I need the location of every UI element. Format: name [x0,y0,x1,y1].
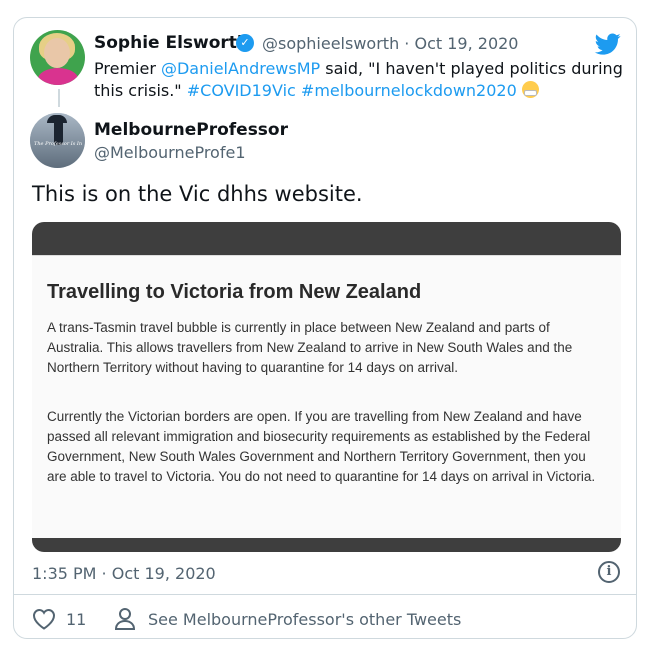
twitter-bird-icon[interactable] [593,31,623,57]
tweet-media-image[interactable]: Travelling to Victoria from New Zealand … [32,222,621,552]
tweet-text: This is on the Vic dhhs website. [32,182,363,206]
verified-badge-icon: ✓ [236,34,254,52]
meta-separator: · [404,34,410,53]
hashtag-link[interactable]: #melbournelockdown2020 [301,81,517,100]
info-icon[interactable]: i [598,561,620,583]
face-with-medical-mask-icon [521,81,539,98]
divider [14,594,636,595]
text-plain: Premier [94,59,161,78]
media-paragraph-2: Currently the Victorian borders are open… [47,409,596,484]
author-name[interactable]: MelbourneProfessor [94,120,288,140]
media-title: Travelling to Victoria from New Zealand [47,281,422,303]
thread-connector [58,89,60,107]
tweet-timestamp[interactable]: 1:35 PM · Oct 19, 2020 [32,564,216,583]
person-icon[interactable] [114,607,136,631]
quoted-meta: @sophieelsworth · Oct 19, 2020 [262,34,518,53]
avatar-melbourne-professor[interactable]: The Professor Is In [30,113,85,168]
quoted-author-name[interactable]: Sophie Elsworth [94,33,249,53]
avatar-sophie-elsworth[interactable] [30,30,85,85]
heart-icon[interactable] [32,608,56,630]
media-paragraph-1: A trans-Tasmin travel bubble is currentl… [47,320,573,375]
quoted-handle[interactable]: @sophieelsworth [262,34,399,53]
mention-link[interactable]: @DanielAndrewsMP [161,59,320,78]
quoted-tweet-text: Premier @DanielAndrewsMP said, "I haven'… [94,58,624,102]
hashtag-link[interactable]: #COVID19Vic [187,81,296,100]
like-count[interactable]: 11 [66,610,86,629]
avatar-caption: The Professor Is In [34,141,83,147]
quoted-date[interactable]: Oct 19, 2020 [414,34,518,53]
website-screenshot: Travelling to Victoria from New Zealand … [32,255,621,538]
author-handle[interactable]: @MelbourneProfe1 [94,143,246,162]
see-other-tweets-link[interactable]: See MelbourneProfessor's other Tweets [148,610,461,629]
